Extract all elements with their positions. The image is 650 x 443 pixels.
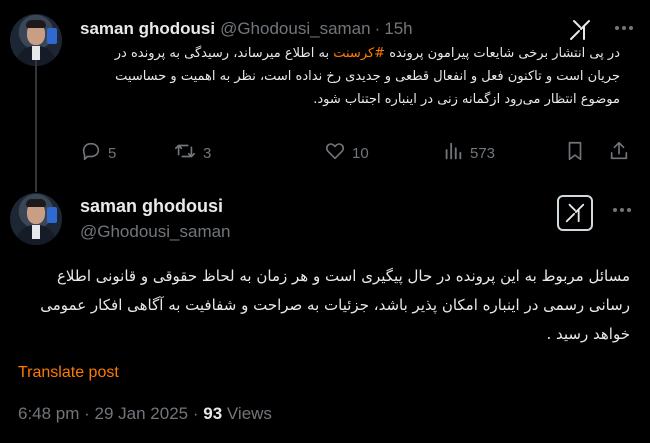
- like-button[interactable]: 10: [324, 140, 369, 166]
- display-name[interactable]: saman ghodousi: [80, 196, 223, 217]
- tweet-header: saman ghodousi @Ghodousi_saman · 15h: [80, 18, 413, 40]
- reply-button[interactable]: 5: [80, 140, 116, 166]
- views-count: 93: [203, 404, 223, 423]
- user-handle[interactable]: @Ghodousi_saman: [220, 19, 371, 39]
- tweet-text: در پی انتشار برخی شایعات پیرامون پرونده …: [80, 42, 620, 111]
- tweet-text-part: در پی انتشار برخی شایعات پیرامون پرونده: [385, 46, 620, 61]
- separator-dot: ·: [374, 19, 381, 38]
- post-time[interactable]: 15h: [384, 19, 412, 39]
- grok-icon[interactable]: [557, 195, 593, 231]
- avatar[interactable]: [10, 14, 62, 66]
- reply-count: 5: [108, 144, 117, 162]
- repost-button[interactable]: 3: [173, 140, 211, 166]
- views-icon: [442, 140, 464, 166]
- more-icon[interactable]: [612, 16, 636, 40]
- like-icon: [324, 140, 346, 166]
- more-icon[interactable]: [610, 198, 634, 222]
- tweet-text: مسائل مربوط به این پرونده در حال پیگیری …: [40, 267, 630, 343]
- tweet-actions: 5 3 10 573: [80, 140, 630, 166]
- tweet-parent[interactable]: saman ghodousi @Ghodousi_saman · 15h در …: [0, 0, 650, 192]
- translate-post-link[interactable]: Translate post: [18, 364, 119, 382]
- bookmark-icon: [564, 140, 586, 166]
- avatar[interactable]: [10, 193, 62, 245]
- display-name[interactable]: saman ghodousi: [80, 19, 215, 39]
- repost-icon: [173, 140, 197, 166]
- repost-count: 3: [203, 144, 212, 162]
- share-button[interactable]: [608, 140, 630, 166]
- views-button[interactable]: 573: [442, 140, 495, 166]
- hashtag-link[interactable]: #کرسنت: [333, 46, 385, 61]
- post-meta: 6:48 pm · 29 Jan 2025 · 93 Views: [18, 404, 272, 424]
- post-timestamp[interactable]: 6:48 pm · 29 Jan 2025 ·: [18, 404, 203, 423]
- user-handle[interactable]: @Ghodousi_saman: [80, 222, 231, 242]
- share-icon: [608, 140, 630, 166]
- thread-connector: [35, 60, 37, 192]
- reply-icon: [80, 140, 102, 166]
- like-count: 10: [352, 144, 369, 162]
- views-label: Views: [222, 404, 272, 423]
- bookmark-button[interactable]: [564, 140, 586, 166]
- views-count: 573: [470, 144, 496, 162]
- grok-icon[interactable]: [566, 16, 594, 44]
